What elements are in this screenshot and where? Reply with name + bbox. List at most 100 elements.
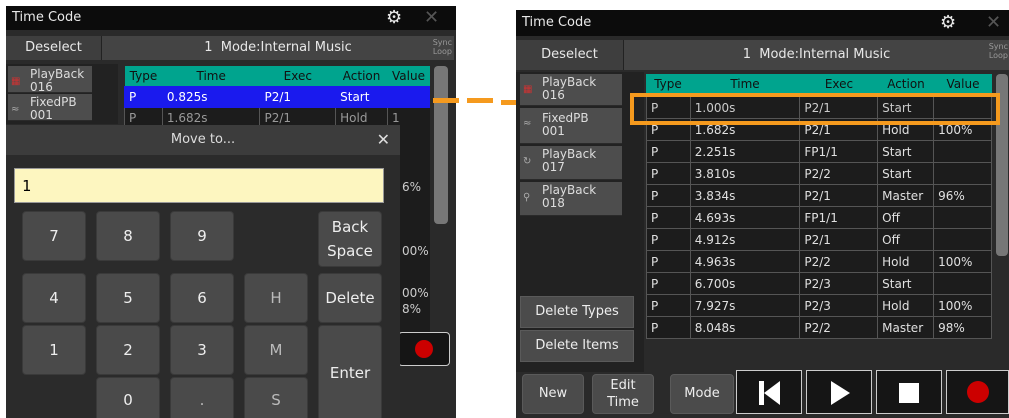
table-row[interactable]: P 4.693s FP1/1 Off bbox=[646, 206, 992, 229]
table-row[interactable]: P 6.700s P2/3 Start bbox=[646, 272, 992, 295]
cell-value: 100% bbox=[933, 250, 992, 273]
playback-icon: ↻ bbox=[523, 156, 532, 167]
gear-icon[interactable]: ⚙ bbox=[386, 6, 402, 30]
key-4[interactable]: 4 bbox=[22, 273, 86, 323]
sync-loop-label[interactable]: Sync Loop bbox=[426, 38, 452, 56]
cell-time: 7.927s bbox=[689, 294, 801, 317]
scrollbar[interactable] bbox=[434, 66, 448, 224]
mode-bar[interactable]: 1 Mode:Internal Music bbox=[624, 40, 1009, 70]
key-3[interactable]: 3 bbox=[170, 325, 234, 375]
col-type[interactable]: Type bbox=[124, 66, 163, 86]
sync-text: Sync bbox=[988, 42, 1008, 51]
left-time-code-window: Time Code ⚙ ✕ Deselect 1 Mode:Internal M… bbox=[6, 6, 456, 418]
table-row[interactable]: P 4.963s P2/2 Hold 100% bbox=[646, 250, 992, 273]
delete-items-button[interactable]: Delete Items bbox=[520, 330, 634, 362]
table-row[interactable]: P 8.048s P2/2 Master 98% bbox=[646, 316, 992, 339]
playback-item[interactable]: ⚲ PlayBack 018 bbox=[520, 182, 622, 216]
key-8[interactable]: 8 bbox=[96, 211, 160, 261]
col-type[interactable]: Type bbox=[646, 74, 690, 94]
mode-label: Mode:Internal Music bbox=[759, 47, 891, 62]
enter-button[interactable]: Enter bbox=[318, 325, 382, 418]
key-6[interactable]: 6 bbox=[170, 273, 234, 323]
cell-action: Off bbox=[877, 206, 935, 229]
col-action[interactable]: Action bbox=[878, 74, 934, 94]
record-button[interactable] bbox=[398, 332, 450, 366]
cell-exec: P2/2 bbox=[799, 162, 879, 185]
key-1[interactable]: 1 bbox=[22, 325, 86, 375]
key-h[interactable]: H bbox=[244, 273, 308, 323]
fader-icon: ≈ bbox=[11, 104, 20, 115]
delete-types-button[interactable]: Delete Types bbox=[520, 296, 634, 328]
previous-button[interactable] bbox=[736, 370, 802, 414]
playback-label: PlayBack bbox=[542, 183, 597, 197]
key-7[interactable]: 7 bbox=[22, 211, 86, 261]
cell-type: P bbox=[646, 228, 691, 251]
deselect-button[interactable]: Deselect bbox=[516, 40, 624, 70]
playback-number: 001 bbox=[542, 124, 565, 138]
cell-exec: P2/2 bbox=[799, 316, 879, 339]
mode-bar[interactable]: 1 Mode:Internal Music bbox=[102, 36, 454, 60]
table-row[interactable]: P 7.927s P2/3 Hold 100% bbox=[646, 294, 992, 317]
right-time-code-window: Time Code ⚙ ✕ Deselect 1 Mode:Internal M… bbox=[516, 10, 1009, 418]
cell-time: 4.912s bbox=[689, 228, 801, 251]
gear-icon[interactable]: ⚙ bbox=[940, 10, 956, 36]
key-5[interactable]: 5 bbox=[96, 273, 160, 323]
fixed-playback-item[interactable]: ≈ FixedPB 001 bbox=[8, 94, 92, 122]
move-to-input[interactable] bbox=[14, 168, 384, 203]
playback-icon: ⚲ bbox=[523, 192, 531, 203]
table-row[interactable]: P 4.912s P2/1 Off bbox=[646, 228, 992, 251]
cell-value bbox=[933, 272, 992, 295]
close-icon[interactable]: ✕ bbox=[424, 6, 439, 30]
loop-text: Loop bbox=[432, 47, 452, 56]
table-row[interactable]: P 2.251s FP1/1 Start bbox=[646, 140, 992, 163]
playback-item[interactable]: ↻ PlayBack 017 bbox=[520, 146, 622, 180]
cell-exec: P2/2 bbox=[799, 250, 879, 273]
key-2[interactable]: 2 bbox=[96, 325, 160, 375]
stop-button[interactable] bbox=[876, 370, 942, 414]
deselect-button[interactable]: Deselect bbox=[6, 36, 102, 60]
close-icon[interactable]: ✕ bbox=[377, 125, 390, 155]
delete-key[interactable]: Delete bbox=[318, 273, 382, 323]
key-s[interactable]: S bbox=[244, 377, 308, 418]
skip-back-icon bbox=[759, 381, 780, 405]
key-m[interactable]: M bbox=[244, 325, 308, 375]
cell-value: 96% bbox=[933, 184, 992, 207]
fixed-playback-item[interactable]: ≈ FixedPB 001 bbox=[520, 108, 622, 144]
playback-item[interactable]: ▦ PlayBack 016 bbox=[520, 74, 622, 106]
col-value[interactable]: Value bbox=[934, 74, 992, 94]
cell-value: 98% bbox=[933, 316, 992, 339]
table-row[interactable]: P 0.825s P2/1 Start bbox=[124, 85, 430, 108]
cell-exec: FP1/1 bbox=[799, 206, 879, 229]
playback-item[interactable]: ▦ PlayBack 016 bbox=[8, 66, 92, 94]
cell-type: P bbox=[646, 316, 691, 339]
table-row[interactable]: P 3.834s P2/1 Master 96% bbox=[646, 184, 992, 207]
dialog-title: Move to... bbox=[6, 125, 400, 155]
mode-button[interactable]: Mode bbox=[670, 374, 734, 414]
backspace-button[interactable]: Back Space bbox=[318, 211, 382, 267]
time-label: Time bbox=[607, 395, 639, 410]
cue-table: Type Time Exec Action Value bbox=[646, 74, 992, 94]
key-9[interactable]: 9 bbox=[170, 211, 234, 261]
edit-time-button[interactable]: Edit Time bbox=[592, 374, 654, 414]
new-button[interactable]: New bbox=[522, 374, 584, 414]
close-icon[interactable]: ✕ bbox=[986, 10, 1001, 36]
col-exec[interactable]: Exec bbox=[259, 66, 336, 86]
sync-loop-label[interactable]: Sync Loop bbox=[982, 42, 1008, 60]
right-window-title: Time Code bbox=[522, 15, 592, 30]
cell-exec: P2/1 bbox=[799, 184, 879, 207]
playback-number: 001 bbox=[30, 108, 53, 122]
key-dot[interactable]: . bbox=[170, 377, 234, 418]
col-time[interactable]: Time bbox=[690, 74, 800, 94]
table-row[interactable]: P 3.810s P2/2 Start bbox=[646, 162, 992, 185]
key-0[interactable]: 0 bbox=[96, 377, 160, 418]
col-time[interactable]: Time bbox=[162, 66, 260, 86]
record-button[interactable] bbox=[946, 370, 1009, 414]
col-exec[interactable]: Exec bbox=[800, 74, 878, 94]
col-action[interactable]: Action bbox=[335, 66, 388, 86]
col-value[interactable]: Value bbox=[387, 66, 430, 86]
value-peek: 6% bbox=[402, 180, 422, 194]
play-button[interactable] bbox=[806, 370, 872, 414]
cell-type: P bbox=[646, 294, 691, 317]
playback-label: PlayBack bbox=[542, 147, 597, 161]
value-peek: 00% bbox=[402, 286, 429, 300]
